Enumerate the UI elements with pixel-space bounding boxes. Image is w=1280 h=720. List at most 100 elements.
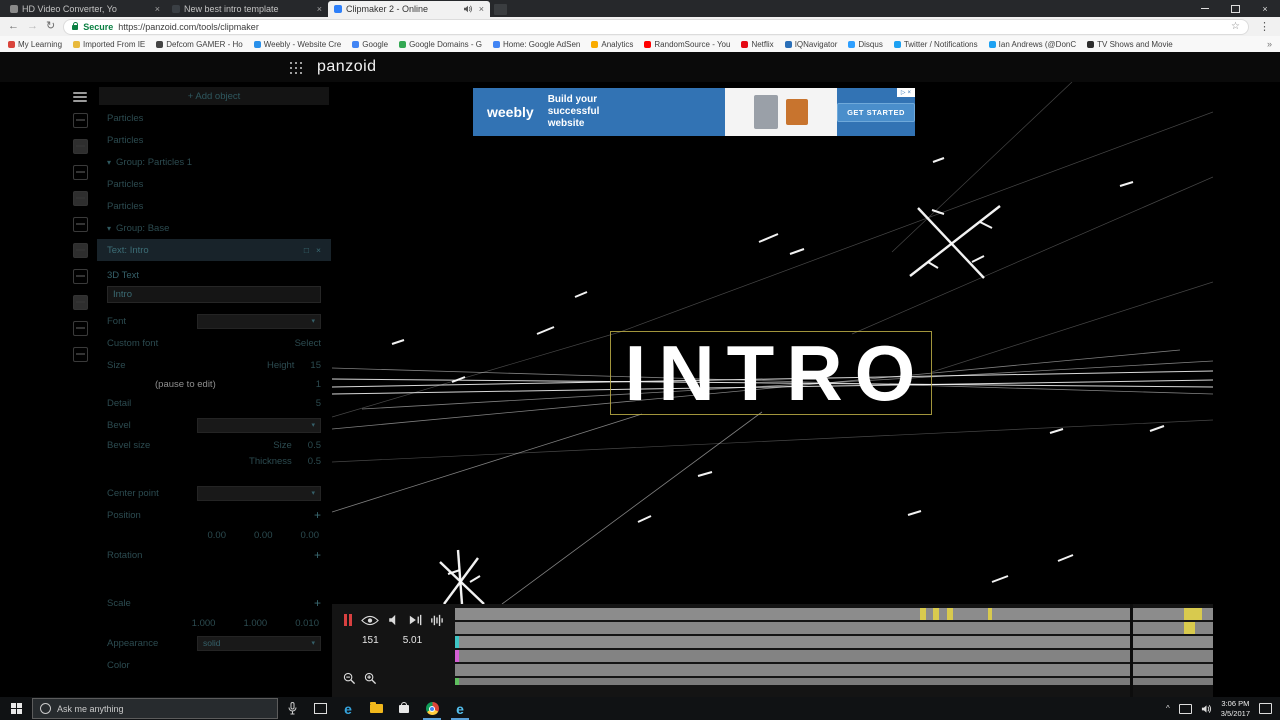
edge-open-icon[interactable]: e xyxy=(446,697,474,720)
mute-speaker-icon[interactable] xyxy=(388,614,399,626)
keyframe-segment[interactable] xyxy=(920,608,926,620)
scale-add-icon[interactable]: + xyxy=(314,596,321,610)
bookmark-item[interactable]: RandomSource - You xyxy=(644,40,730,49)
start-button[interactable] xyxy=(0,697,32,720)
layers-icon[interactable] xyxy=(72,191,88,206)
image-icon[interactable] xyxy=(72,165,88,180)
position-add-icon[interactable]: + xyxy=(314,508,321,522)
timeline-tracks[interactable] xyxy=(455,604,1213,697)
timeline-track[interactable] xyxy=(455,608,1213,620)
maximize-button[interactable] xyxy=(1220,0,1250,17)
tab-clipmaker-active[interactable]: Clipmaker 2 - Online × xyxy=(328,1,490,17)
position-y[interactable]: 0.00 xyxy=(254,530,273,541)
scale-z[interactable]: 0.010 xyxy=(295,618,319,629)
position-z[interactable]: 0.00 xyxy=(301,530,320,541)
timeline-track[interactable] xyxy=(455,678,1213,685)
tab-new-best-intro[interactable]: New best intro template × xyxy=(166,1,328,17)
download-icon[interactable] xyxy=(72,295,88,310)
keyframe-segment[interactable] xyxy=(933,608,939,620)
tree-item-particles[interactable]: Particles xyxy=(97,173,331,195)
duplicate-icon[interactable]: □ xyxy=(304,245,309,255)
back-icon[interactable]: ← xyxy=(8,21,19,32)
scale-y[interactable]: 1.000 xyxy=(243,618,267,629)
bookmark-star-icon[interactable]: ☆ xyxy=(1231,21,1240,32)
cortana-search-box[interactable]: Ask me anything xyxy=(32,698,278,719)
text-value-input[interactable]: Intro xyxy=(107,286,321,303)
size-secondary-value[interactable]: 1 xyxy=(316,379,321,390)
ad-choices-icon[interactable]: ▷ × xyxy=(897,88,915,97)
rotation-add-icon[interactable]: + xyxy=(314,548,321,562)
timeline-track[interactable] xyxy=(455,650,1213,662)
clock[interactable]: 3:06 PM 3/5/2017 xyxy=(1221,699,1250,719)
font-select[interactable]: ▾ xyxy=(197,313,321,329)
keyframe-segment[interactable] xyxy=(1184,622,1195,634)
bookmark-item[interactable]: TV Shows and Movie xyxy=(1087,40,1173,49)
custom-font-select-button[interactable]: Select xyxy=(295,338,321,349)
new-tab-button[interactable] xyxy=(494,4,507,15)
height-value[interactable]: 15 xyxy=(310,360,321,371)
bookmark-item[interactable]: Analytics xyxy=(591,40,633,49)
tree-item-group-particles-1[interactable]: ▾ Group: Particles 1 xyxy=(97,151,331,173)
bookmarks-overflow-icon[interactable]: » xyxy=(1267,39,1272,49)
task-view-icon[interactable] xyxy=(306,697,334,720)
tab-close-icon[interactable]: × xyxy=(477,4,484,14)
timeline-track[interactable] xyxy=(455,622,1213,634)
url-field[interactable]: Secure https://panzoid.com/tools/clipmak… xyxy=(63,18,1249,35)
tray-expand-icon[interactable]: ^ xyxy=(1166,704,1170,713)
visibility-eye-icon[interactable] xyxy=(361,615,379,626)
bookmark-item[interactable]: Home: Google AdSen xyxy=(492,40,580,49)
close-button[interactable]: × xyxy=(1250,0,1280,17)
center-point-select[interactable]: ▾ xyxy=(197,485,321,501)
apps-grid-icon[interactable] xyxy=(289,61,302,74)
thickness-value[interactable]: 0.5 xyxy=(308,456,321,467)
effects-icon[interactable] xyxy=(72,217,88,232)
forward-icon[interactable]: → xyxy=(27,21,38,32)
edit-icon[interactable] xyxy=(72,139,88,154)
timeline-playhead[interactable] xyxy=(1130,604,1133,697)
get-started-button[interactable]: GET STARTED xyxy=(837,102,915,122)
scale-x[interactable]: 1.000 xyxy=(192,618,216,629)
bookmark-item[interactable]: Imported From IE xyxy=(73,40,145,49)
zoom-out-icon[interactable] xyxy=(343,672,356,685)
volume-icon[interactable] xyxy=(1201,704,1212,714)
chrome-icon[interactable] xyxy=(418,697,446,720)
tree-item-group-base[interactable]: ▾ Group: Base xyxy=(97,217,331,239)
tab-close-icon[interactable]: × xyxy=(153,4,160,14)
keyframe-segment[interactable] xyxy=(988,608,992,620)
bookmark-item[interactable]: Google Domains - G xyxy=(399,40,482,49)
store-icon[interactable] xyxy=(390,697,418,720)
tree-item-particles[interactable]: Particles xyxy=(97,107,331,129)
menu-icon[interactable] xyxy=(73,92,87,102)
action-center-icon[interactable] xyxy=(1259,703,1272,714)
tab-audio-icon[interactable] xyxy=(463,5,473,13)
bookmark-item[interactable]: Disqus xyxy=(848,40,883,49)
settings-icon[interactable] xyxy=(72,243,88,258)
ad-banner[interactable]: weebly Build your successful website GET… xyxy=(473,88,915,136)
network-icon[interactable] xyxy=(1178,703,1192,714)
refresh-icon[interactable]: ↻ xyxy=(46,21,55,32)
info-icon[interactable] xyxy=(72,321,88,336)
bevel-size-value[interactable]: 0.5 xyxy=(308,440,321,451)
position-x[interactable]: 0.00 xyxy=(208,530,227,541)
file-explorer-icon[interactable] xyxy=(362,697,390,720)
play-to-end-icon[interactable] xyxy=(408,614,422,626)
zoom-in-icon[interactable] xyxy=(364,672,377,685)
keyframe-segment[interactable] xyxy=(1184,608,1202,620)
bookmark-item[interactable]: Ian Andrews (@DonC xyxy=(988,40,1076,49)
bookmark-item[interactable]: Netflix xyxy=(741,40,774,49)
waveform-icon[interactable] xyxy=(431,614,445,626)
audio-icon[interactable] xyxy=(72,269,88,284)
detail-value[interactable]: 5 xyxy=(316,398,321,409)
help-icon[interactable] xyxy=(72,347,88,362)
microphone-icon[interactable] xyxy=(278,697,306,720)
appearance-select[interactable]: solid ▾ xyxy=(197,635,321,651)
tab-hd-video-converter[interactable]: HD Video Converter, Yo × xyxy=(4,1,166,17)
bookmark-item[interactable]: Twitter / Notifications xyxy=(893,40,978,49)
timeline-track[interactable] xyxy=(455,636,1213,648)
minimize-button[interactable] xyxy=(1190,0,1220,17)
objects-icon[interactable] xyxy=(72,113,88,128)
browser-menu-icon[interactable]: ⋮ xyxy=(1257,20,1272,33)
bevel-select[interactable]: ▾ xyxy=(197,417,321,433)
tree-item-text-intro[interactable]: Text: Intro □ × xyxy=(97,239,331,261)
app-logo[interactable]: panzoid xyxy=(317,58,377,76)
